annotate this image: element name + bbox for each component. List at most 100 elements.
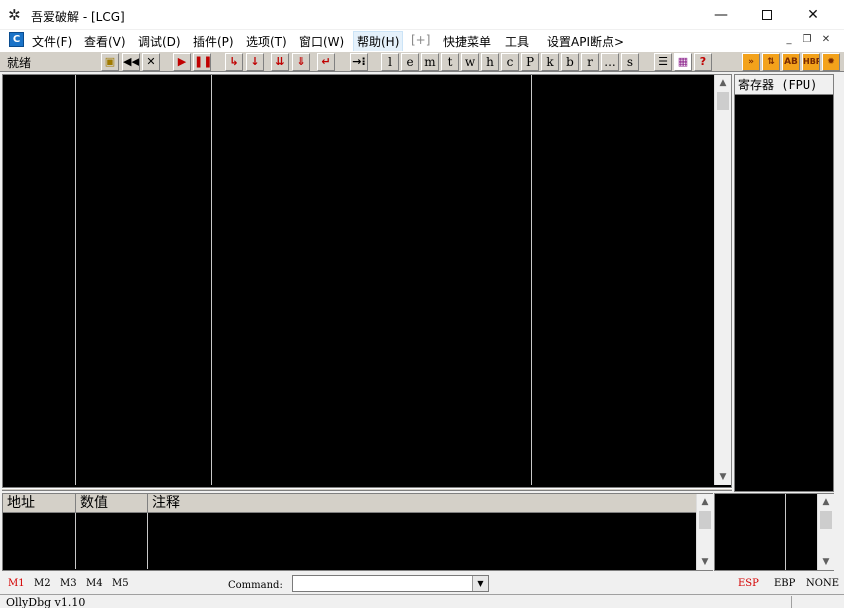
memory-tab-m1[interactable]: M1 bbox=[8, 578, 25, 589]
dropdown-arrow-icon[interactable]: ▼ bbox=[472, 576, 488, 591]
column-divider[interactable] bbox=[75, 75, 76, 485]
breakpoints-button[interactable]: b bbox=[561, 53, 579, 71]
command-strip: M1 M2 M3 M4 M5 Command: ▼ ESP EBP NONE bbox=[0, 573, 844, 594]
menu-shortcuts[interactable]: 快捷菜单 bbox=[443, 33, 491, 50]
go-to-icon[interactable]: →⁝ bbox=[350, 53, 368, 71]
plugin-arrow-icon[interactable]: » bbox=[742, 53, 760, 71]
mdi-restore-button[interactable]: ❐ bbox=[799, 33, 815, 48]
column-divider[interactable] bbox=[531, 75, 532, 485]
plugin-up-down-icon[interactable]: ⇅ bbox=[762, 53, 780, 71]
trace-into-icon[interactable]: ⇊ bbox=[271, 53, 289, 71]
mdi-minimize-button[interactable]: _ bbox=[781, 33, 797, 48]
step-over-icon[interactable]: ↓ bbox=[246, 53, 264, 71]
status-panel bbox=[791, 596, 833, 608]
menu-tools[interactable]: 工具 bbox=[505, 33, 529, 50]
cpu-window-icon[interactable]: C bbox=[9, 32, 24, 47]
window-title: 吾爱破解 - [LCG] bbox=[31, 10, 125, 24]
dump-header: 地址 数值 注释 bbox=[3, 494, 697, 513]
scroll-down-icon[interactable]: ▼ bbox=[818, 554, 834, 570]
menu-window[interactable]: 窗口(W) bbox=[299, 33, 344, 50]
pane-splitter[interactable] bbox=[2, 488, 732, 491]
memory-tab-m5[interactable]: M5 bbox=[112, 578, 129, 589]
dump-vertical-scrollbar[interactable]: ▲ ▼ bbox=[696, 494, 713, 570]
column-divider bbox=[785, 494, 786, 570]
windows-button[interactable]: w bbox=[461, 53, 479, 71]
log-window-button[interactable]: l bbox=[381, 53, 399, 71]
menu-view[interactable]: 查看(V) bbox=[84, 33, 126, 50]
step-into-icon[interactable]: ↳ bbox=[225, 53, 243, 71]
menu-help[interactable]: 帮助(H) bbox=[353, 31, 404, 52]
handles-button[interactable]: h bbox=[481, 53, 499, 71]
scroll-down-icon[interactable]: ▼ bbox=[697, 554, 713, 570]
execute-till-return-icon[interactable]: ↵ bbox=[317, 53, 335, 71]
maximize-button[interactable] bbox=[744, 0, 790, 30]
scroll-down-icon[interactable]: ▼ bbox=[715, 469, 731, 485]
references-button[interactable]: r bbox=[581, 53, 599, 71]
bug-app-icon[interactable]: ✲ bbox=[8, 7, 26, 23]
memory-map-button[interactable]: m bbox=[421, 53, 439, 71]
cpu-disassembly-pane[interactable]: ▲ ▼ bbox=[2, 74, 732, 488]
scroll-up-icon[interactable]: ▲ bbox=[697, 494, 713, 510]
appearance-icon[interactable]: ▦ bbox=[674, 53, 692, 71]
menu-expand[interactable]: [+] bbox=[411, 33, 430, 47]
menu-bar: C 文件(F) 查看(V) 调试(D) 插件(P) 选项(T) 窗口(W) 帮助… bbox=[0, 30, 844, 52]
command-input[interactable]: ▼ bbox=[292, 575, 489, 592]
open-file-icon[interactable]: ▣ bbox=[101, 53, 119, 71]
cpu-window-icon-glyph: C bbox=[12, 34, 21, 45]
scroll-up-icon[interactable]: ▲ bbox=[715, 75, 731, 91]
threads-button[interactable]: t bbox=[441, 53, 459, 71]
stack-pane[interactable]: ▲ ▼ bbox=[714, 493, 834, 571]
stack-tab-none[interactable]: NONE bbox=[806, 578, 839, 589]
hardware-breakpoint-button[interactable]: HBP bbox=[802, 53, 820, 71]
close-icon: ✕ bbox=[807, 7, 819, 23]
minimize-button[interactable]: — bbox=[698, 0, 744, 30]
close-program-icon[interactable]: ✕ bbox=[142, 53, 160, 71]
restart-icon[interactable]: ◀◀ bbox=[122, 53, 140, 71]
status-ready-label: 就绪 bbox=[7, 56, 32, 70]
memory-tab-m2[interactable]: M2 bbox=[34, 578, 51, 589]
memory-tab-m4[interactable]: M4 bbox=[86, 578, 103, 589]
modules-button[interactable]: e bbox=[401, 53, 419, 71]
column-divider bbox=[75, 513, 76, 569]
help-icon[interactable]: ? bbox=[694, 53, 712, 71]
menu-set-api-breakpoint[interactable]: 设置API断点> bbox=[547, 33, 624, 50]
scroll-up-icon[interactable]: ▲ bbox=[818, 494, 834, 510]
cpu-button[interactable]: c bbox=[501, 53, 519, 71]
scroll-thumb[interactable] bbox=[699, 511, 711, 529]
plugin-gear-icon[interactable]: ✹ bbox=[822, 53, 840, 71]
run-trace-button[interactable]: ... bbox=[601, 53, 619, 71]
menu-plugins[interactable]: 插件(P) bbox=[193, 33, 234, 50]
registers-title[interactable]: 寄存器 (FPU) bbox=[735, 75, 833, 95]
mdi-close-button[interactable]: ✕ bbox=[818, 33, 834, 48]
stack-vertical-scrollbar[interactable]: ▲ ▼ bbox=[817, 494, 834, 570]
menu-debug[interactable]: 调试(D) bbox=[138, 33, 181, 50]
patches-button[interactable]: P bbox=[521, 53, 539, 71]
trace-over-icon[interactable]: ⇓ bbox=[292, 53, 310, 71]
scroll-thumb[interactable] bbox=[820, 511, 832, 529]
column-divider[interactable] bbox=[211, 75, 212, 485]
menu-file[interactable]: 文件(F) bbox=[32, 33, 72, 50]
column-divider bbox=[147, 513, 148, 569]
status-bar: OllyDbg v1.10 bbox=[0, 594, 844, 608]
plugin-ab-icon[interactable]: AB bbox=[782, 53, 800, 71]
stack-tab-ebp[interactable]: EBP bbox=[774, 578, 795, 589]
close-button[interactable]: ✕ bbox=[790, 0, 836, 30]
dump-pane[interactable]: 地址 数值 注释 ▲ ▼ bbox=[2, 493, 713, 571]
maximize-icon bbox=[762, 10, 772, 20]
dump-col-address[interactable]: 地址 bbox=[3, 494, 76, 513]
run-icon[interactable]: ▶ bbox=[173, 53, 191, 71]
command-label: Command: bbox=[228, 580, 283, 591]
memory-tab-m3[interactable]: M3 bbox=[60, 578, 77, 589]
call-stack-button[interactable]: k bbox=[541, 53, 559, 71]
source-button[interactable]: s bbox=[621, 53, 639, 71]
title-bar: ✲ 吾爱破解 - [LCG] — ✕ bbox=[0, 0, 844, 30]
list-icon[interactable]: ☰ bbox=[654, 53, 672, 71]
dump-col-comment[interactable]: 注释 bbox=[148, 494, 697, 513]
pause-icon[interactable]: ❚❚ bbox=[193, 53, 211, 71]
cpu-vertical-scrollbar[interactable]: ▲ ▼ bbox=[714, 75, 731, 485]
menu-options[interactable]: 选项(T) bbox=[246, 33, 287, 50]
scroll-thumb[interactable] bbox=[717, 92, 729, 110]
registers-pane[interactable]: 寄存器 (FPU) bbox=[734, 74, 834, 492]
dump-col-value[interactable]: 数值 bbox=[76, 494, 148, 513]
stack-tab-esp[interactable]: ESP bbox=[738, 578, 759, 589]
